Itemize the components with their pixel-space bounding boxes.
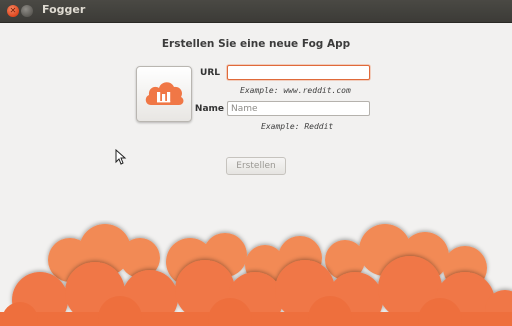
- name-label: Name: [194, 104, 224, 114]
- create-button[interactable]: Erstellen: [226, 157, 286, 175]
- name-hint: Example: Reddit: [261, 122, 334, 131]
- window-title: Fogger: [42, 3, 86, 16]
- cloud-books-icon: [145, 82, 184, 105]
- cloud-decoration: [0, 224, 512, 326]
- url-label: URL: [200, 68, 220, 78]
- app-icon-button[interactable]: [136, 66, 192, 122]
- url-input[interactable]: [227, 65, 370, 80]
- minimize-icon[interactable]: [21, 5, 33, 17]
- mouse-cursor-icon: [115, 149, 127, 165]
- app-window: ✕ Fogger Erstellen Sie eine neue Fog App…: [0, 0, 512, 326]
- page-title: Erstellen Sie eine neue Fog App: [161, 38, 351, 50]
- url-hint: Example: www.reddit.com: [240, 86, 351, 95]
- name-input[interactable]: [227, 101, 370, 116]
- titlebar: ✕ Fogger: [0, 0, 512, 23]
- close-icon[interactable]: ✕: [7, 5, 19, 17]
